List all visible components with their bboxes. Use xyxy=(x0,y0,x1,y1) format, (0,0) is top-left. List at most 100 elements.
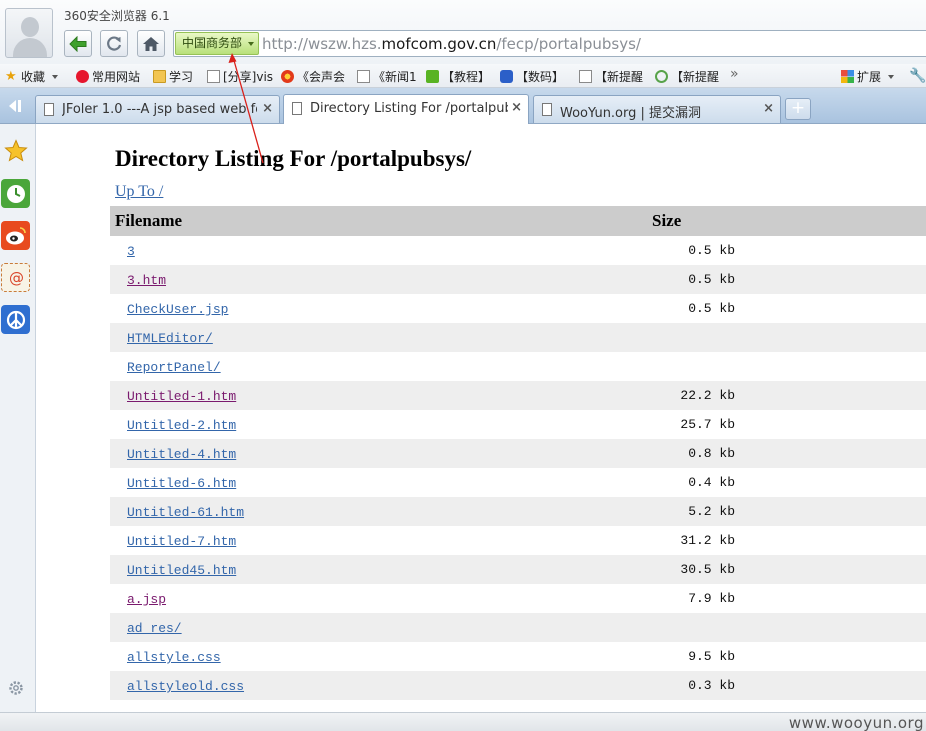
file-row: Untitled-6.htm 0.4 kb xyxy=(110,468,926,497)
favorite-item-label: [分享]vis xyxy=(223,70,274,84)
file-size: 0.4 kb xyxy=(688,475,735,490)
sidebar-settings-button[interactable] xyxy=(6,678,26,698)
file-row: ad_res/ xyxy=(110,613,926,642)
file-row: a.jsp 7.9 kb xyxy=(110,584,926,613)
file-link[interactable]: Untitled-4.htm xyxy=(127,447,236,462)
file-link[interactable]: HTMLEditor/ xyxy=(127,331,213,346)
favorite-item[interactable]: 【教程】 xyxy=(426,68,490,85)
file-link[interactable]: Untitled-1.htm xyxy=(127,389,236,404)
app-title: 360安全浏览器 6.1 xyxy=(64,9,170,23)
file-link[interactable]: allstyle.css xyxy=(127,650,221,665)
favorite-item[interactable]: 常用网站 xyxy=(76,68,140,85)
tab-title: WooYun.org | 提交漏洞 xyxy=(560,106,702,121)
listing-header: Filename Size xyxy=(110,206,926,236)
favorite-item-label: 《新闻1 xyxy=(373,70,417,84)
sidebar-weibo-button[interactable] xyxy=(1,221,30,250)
file-row: Untitled-1.htm 22.2 kb xyxy=(110,381,926,410)
file-size: 9.5 kb xyxy=(688,649,735,664)
favorite-item[interactable]: 【数码】 xyxy=(500,68,564,85)
favorite-item[interactable]: 【新提醒 xyxy=(655,68,719,85)
page-icon xyxy=(207,70,220,83)
favorites-menu[interactable]: ★ 收藏 xyxy=(5,68,59,85)
file-size: 0.5 kb xyxy=(688,243,735,258)
file-size: 22.2 kb xyxy=(680,388,735,403)
back-arrow-icon xyxy=(69,35,87,52)
file-link[interactable]: 3 xyxy=(127,244,135,259)
file-link[interactable]: Untitled45.htm xyxy=(127,563,236,578)
sidebar-toggle-button[interactable] xyxy=(0,94,28,118)
file-size: 0.3 kb xyxy=(688,678,735,693)
refresh-button[interactable] xyxy=(100,30,128,57)
cctv-logo-icon xyxy=(281,70,294,83)
file-size: 0.5 kb xyxy=(688,272,735,287)
peace-icon xyxy=(6,310,25,329)
favorite-item[interactable]: 学习 xyxy=(153,68,193,85)
file-link[interactable]: ad_res/ xyxy=(127,621,182,636)
close-icon[interactable]: × xyxy=(511,100,522,115)
favorites-menu-label: 收藏 xyxy=(21,70,46,84)
sidebar-mail-button[interactable]: @ xyxy=(1,263,30,292)
favorite-item-label: 【数码】 xyxy=(516,70,565,84)
file-link[interactable]: 3.htm xyxy=(127,273,166,288)
page-content: Directory Listing For /portalpubsys/ Up … xyxy=(37,124,926,712)
status-bar: www.wooyun.org xyxy=(0,712,926,731)
url-text[interactable]: http://wszw.hzs.mofcom.gov.cn/fecp/porta… xyxy=(262,35,641,53)
file-link[interactable]: Untitled-7.htm xyxy=(127,534,236,549)
file-size: 30.5 kb xyxy=(680,562,735,577)
sidebar-app-button[interactable] xyxy=(1,305,30,334)
favorite-item[interactable]: 《会声会 xyxy=(281,68,345,85)
gear-icon xyxy=(9,681,23,695)
folder-icon xyxy=(153,70,166,83)
file-row: CheckUser.jsp 0.5 kb xyxy=(110,294,926,323)
refresh-icon xyxy=(107,35,122,51)
new-tab-button[interactable]: + xyxy=(785,98,811,120)
file-link[interactable]: ReportPanel/ xyxy=(127,360,221,375)
favorite-item[interactable]: 【新提醒 xyxy=(579,68,643,85)
collapse-sidebar-icon xyxy=(9,100,21,112)
home-button[interactable] xyxy=(137,30,165,57)
file-size: 7.9 kb xyxy=(688,591,735,606)
tab-wooyun[interactable]: WooYun.org | 提交漏洞 × xyxy=(533,95,781,123)
address-bar[interactable]: 中国商务部 http://wszw.hzs.mofcom.gov.cn/fecp… xyxy=(173,30,926,57)
mail-icon: @ xyxy=(9,269,24,287)
sidebar-favorites-button[interactable] xyxy=(1,136,30,165)
file-row: Untitled-2.htm 25.7 kb xyxy=(110,410,926,439)
tab-jfoler[interactable]: JFoler 1.0 ---A jsp based web fold × xyxy=(35,95,280,123)
favorite-item[interactable]: 《新闻1 xyxy=(357,68,417,85)
tab-title: JFoler 1.0 ---A jsp based web fold xyxy=(62,102,257,117)
favorite-item[interactable]: [分享]vis xyxy=(207,68,273,85)
file-link[interactable]: allstyleold.css xyxy=(127,679,244,694)
url-domain: mofcom.gov.cn xyxy=(381,35,497,53)
chevron-down-icon xyxy=(888,74,895,79)
file-link[interactable]: Untitled-6.htm xyxy=(127,476,236,491)
user-avatar[interactable] xyxy=(5,8,53,58)
column-header-filename: Filename xyxy=(115,211,183,230)
close-icon[interactable]: × xyxy=(763,101,774,116)
watermark-text: www.wooyun.org xyxy=(788,714,924,731)
page-title: Directory Listing For /portalpubsys/ xyxy=(115,146,472,171)
file-link[interactable]: CheckUser.jsp xyxy=(127,302,228,317)
close-icon[interactable]: × xyxy=(262,101,273,116)
file-link[interactable]: a.jsp xyxy=(127,592,166,607)
extensions-menu[interactable]: 扩展 xyxy=(841,68,895,85)
site-badge-label: 中国商务部 xyxy=(182,36,243,50)
file-link[interactable]: Untitled-2.htm xyxy=(127,418,236,433)
home-icon xyxy=(143,36,159,51)
favorite-item-label: 【新提醒 xyxy=(595,70,644,84)
file-row: HTMLEditor/ xyxy=(110,323,926,352)
file-size: 5.2 kb xyxy=(688,504,735,519)
page-icon xyxy=(579,70,592,83)
clock-icon xyxy=(6,184,25,203)
wrench-icon[interactable]: 🔧 xyxy=(909,68,926,84)
site-identity-badge[interactable]: 中国商务部 xyxy=(175,32,260,55)
up-to-parent-link[interactable]: Up To / xyxy=(115,183,163,201)
file-link[interactable]: Untitled-61.htm xyxy=(127,505,244,520)
chevron-down-icon xyxy=(248,42,255,46)
file-row: Untitled-61.htm 5.2 kb xyxy=(110,497,926,526)
sidebar-history-button[interactable] xyxy=(1,179,30,208)
favorites-overflow-button[interactable]: » xyxy=(730,66,739,82)
tab-directory-listing[interactable]: Directory Listing For /portalpubsys/ × xyxy=(283,94,529,124)
file-row: ReportPanel/ xyxy=(110,352,926,381)
star-icon: ★ xyxy=(5,69,17,84)
back-button[interactable] xyxy=(64,30,92,57)
